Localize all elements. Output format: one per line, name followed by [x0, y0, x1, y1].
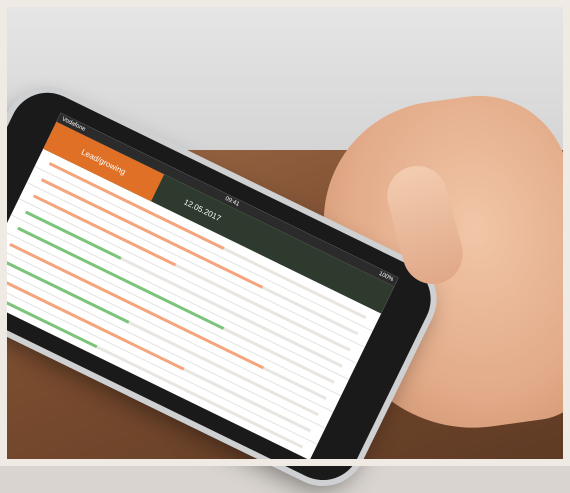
- photo-frame: [0, 0, 570, 466]
